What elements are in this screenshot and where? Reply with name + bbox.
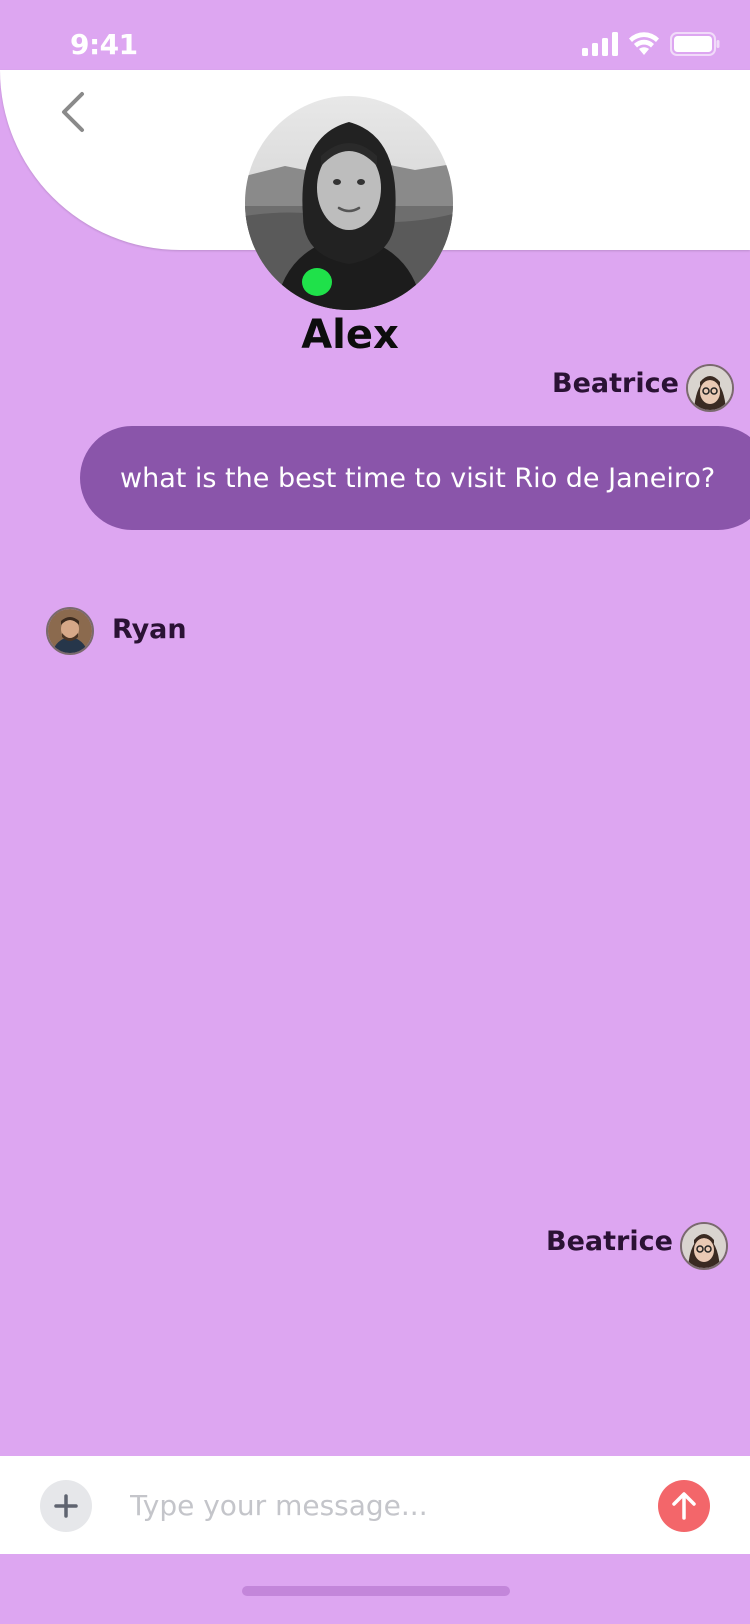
attach-button[interactable] [40, 1480, 92, 1532]
chevron-left-icon [62, 92, 84, 132]
message-text: what is the best time to visit Rio de Ja… [120, 462, 716, 494]
signal-icon [582, 32, 618, 56]
home-indicator [242, 1586, 510, 1596]
send-button[interactable] [658, 1480, 710, 1532]
beatrice-avatar-photo [688, 366, 732, 410]
status-time: 9:41 [70, 28, 138, 61]
avatar[interactable] [686, 364, 734, 412]
sender-name: Beatrice [546, 1226, 673, 1257]
message-input[interactable] [130, 1478, 630, 1532]
online-status-dot [302, 268, 332, 296]
back-button[interactable] [50, 86, 96, 138]
ryan-avatar-photo [48, 609, 92, 653]
status-icons [582, 30, 720, 58]
arrow-up-icon [672, 1492, 696, 1520]
sender-name: Ryan [112, 614, 187, 645]
sender-name: Beatrice [552, 368, 679, 399]
wifi-icon [629, 32, 659, 55]
message-bubble[interactable]: what is the best time to visit Rio de Ja… [80, 426, 750, 530]
battery-icon [670, 32, 720, 56]
avatar[interactable] [46, 607, 94, 655]
contact-photo [245, 96, 453, 310]
plus-icon [54, 1494, 78, 1518]
beatrice-avatar-photo [682, 1224, 726, 1268]
contact-name: Alex [301, 312, 399, 358]
avatar[interactable] [680, 1222, 728, 1270]
contact-avatar[interactable] [245, 96, 453, 310]
